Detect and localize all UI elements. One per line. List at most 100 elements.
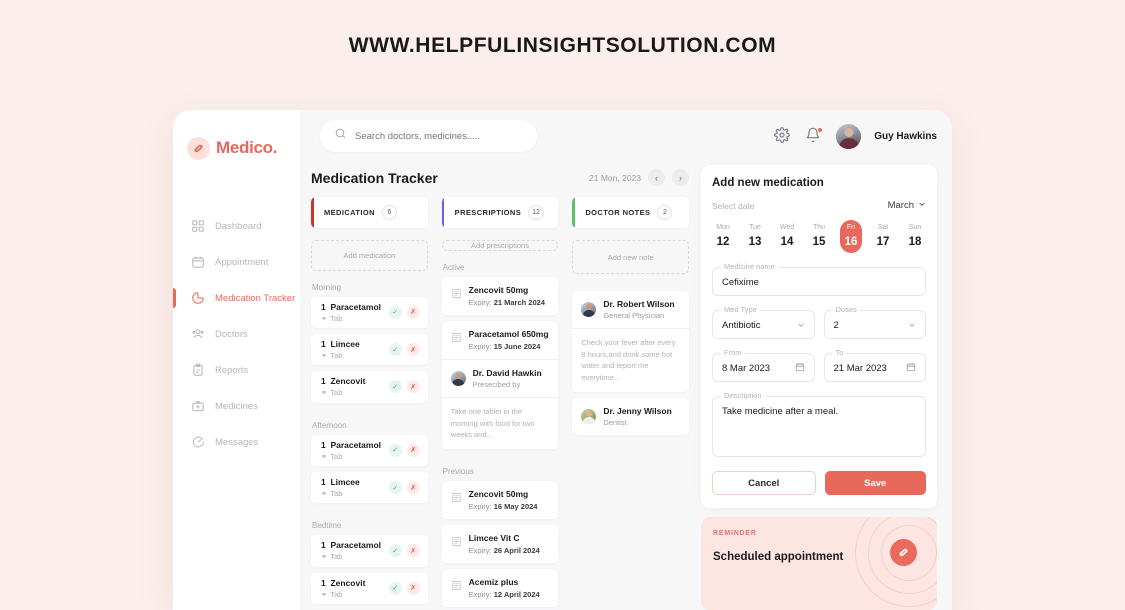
close-icon[interactable]: ✗: [406, 380, 420, 394]
pill-small-icon: ⚭: [321, 351, 328, 361]
table-row[interactable]: 1 Limcee ⚭ Tab ✓ ✗: [311, 471, 428, 504]
field-label: To: [832, 348, 847, 357]
reminder-card[interactable]: REMINDER Scheduled appointment: [701, 517, 937, 610]
search-input[interactable]: [355, 130, 523, 142]
prescription-name: Limcee Vit C: [468, 532, 520, 543]
med-type-select[interactable]: Med Type Antibiotic: [712, 305, 815, 339]
close-icon[interactable]: ✗: [406, 544, 420, 558]
form-actions: Cancel Save: [712, 471, 926, 495]
field-label: Medicine name: [721, 262, 778, 271]
sidebar-item-medication-tracker[interactable]: Medication Tracker: [173, 280, 300, 316]
chevron-right-icon[interactable]: ›: [672, 169, 689, 186]
day-sat[interactable]: Sat 17: [872, 220, 894, 253]
from-date-field[interactable]: From 8 Mar 2023: [712, 348, 815, 382]
table-row[interactable]: 1 Zencovit ⚭ Tab ✓ ✗: [311, 371, 428, 403]
sidebar-item-dashboard[interactable]: Dashboard: [173, 208, 300, 244]
med-form: Tab: [330, 489, 343, 499]
table-row[interactable]: 1 Paracetamol ⚭ Tab ✓ ✗: [311, 434, 428, 466]
check-icon[interactable]: ✓: [388, 305, 402, 319]
close-icon[interactable]: ✗: [406, 343, 420, 357]
close-icon[interactable]: ✗: [406, 443, 420, 457]
list-item[interactable]: Acemiz plus Expiry: 12 April 2024: [441, 568, 559, 607]
week-day-picker: Mon 12 Tue 13 Wed 14 Thu 15 Fri 16 Sat 1…: [712, 220, 926, 253]
day-name: Fri: [846, 224, 856, 231]
sidebar-item-medicines[interactable]: Medicines: [173, 388, 300, 424]
month-dropdown[interactable]: March: [888, 200, 926, 211]
date-range-row: From 8 Mar 2023 To 21 Mar 2023: [712, 339, 926, 382]
add-prescriptions-button[interactable]: Add prescriptions: [441, 240, 559, 251]
check-icon[interactable]: ✓: [388, 380, 402, 394]
doctor-role: General Physician: [603, 311, 665, 320]
avatar[interactable]: [836, 123, 862, 149]
gear-icon[interactable]: [774, 127, 792, 145]
add-medication-card: Add new medication Select date March Mon…: [701, 165, 937, 508]
med-form: Tab: [330, 351, 343, 361]
expiry-label: Expiry:: [468, 501, 492, 511]
expiry-value: 15 June 2024: [493, 342, 541, 351]
list-item[interactable]: Zencovit 50mg Expiry: 21 March 2024: [441, 277, 559, 315]
expiry-label: Expiry:: [468, 589, 492, 599]
day-fri-selected[interactable]: Fri 16: [840, 220, 862, 253]
pill-small-icon: ⚭: [321, 451, 328, 461]
table-row[interactable]: 1 Limcee ⚭ Tab ✓ ✗: [311, 333, 428, 366]
sidebar-item-appointment[interactable]: Appointment: [173, 244, 300, 280]
doses-select[interactable]: Doses 2: [823, 305, 926, 339]
calendar-icon[interactable]: [795, 359, 805, 377]
list-item[interactable]: Dr. Jenny Wilson Dentist: [572, 397, 690, 435]
check-icon[interactable]: ✓: [388, 343, 402, 357]
sidebar-item-messages[interactable]: Messages: [173, 424, 300, 460]
close-icon[interactable]: ✗: [406, 305, 420, 319]
list-item[interactable]: Paracetamol 650mg Expiry: 15 June 2024 D…: [441, 321, 559, 449]
close-icon[interactable]: ✗: [406, 581, 420, 595]
table-row[interactable]: 1 Zencovit ⚭ Tab ✓ ✗: [311, 572, 428, 604]
check-icon[interactable]: ✓: [388, 481, 402, 495]
sidebar-item-label: Medication Tracker: [215, 292, 296, 304]
divider: [441, 397, 559, 398]
username-label: Guy Hawkins: [874, 130, 937, 142]
list-item[interactable]: Limcee Vit C Expiry: 26 April 2024: [441, 524, 559, 563]
to-date-field[interactable]: To 21 Mar 2023: [823, 348, 926, 382]
close-icon[interactable]: ✗: [406, 481, 420, 495]
field-value: 8 Mar 2023: [722, 363, 771, 374]
tab-prescriptions[interactable]: PRESCRIPTIONS 12: [441, 197, 559, 228]
users-icon: [191, 327, 205, 341]
list-item[interactable]: Zencovit 50mg Expiry: 16 May 2024: [441, 480, 559, 519]
day-mon[interactable]: Mon 12: [712, 220, 734, 253]
save-button[interactable]: Save: [824, 471, 926, 495]
description-field[interactable]: Description Take medicine after a meal.: [712, 391, 926, 457]
day-tue[interactable]: Tue 13: [744, 220, 766, 253]
expiry-value: 26 April 2024: [493, 545, 540, 555]
day-wed[interactable]: Wed 14: [776, 220, 798, 253]
check-icon[interactable]: ✓: [388, 544, 402, 558]
avatar: [581, 302, 597, 317]
sidebar-item-reports[interactable]: Reports: [173, 352, 300, 388]
list-item[interactable]: Dr. Robert Wilson General Physician Chec…: [572, 291, 690, 392]
sidebar-item-doctors[interactable]: Doctors: [173, 316, 300, 352]
table-row[interactable]: 1 Paracetamol ⚭ Tab ✓ ✗: [311, 296, 428, 328]
check-icon[interactable]: ✓: [388, 581, 402, 595]
sidebar-item-label: Doctors: [215, 328, 248, 340]
tab-label: MEDICATION: [324, 208, 375, 217]
expiry-label: Expiry:: [468, 298, 492, 307]
tab-doctor-notes[interactable]: DOCTOR NOTES 2: [572, 197, 690, 228]
cancel-button[interactable]: Cancel: [712, 471, 816, 495]
calendar-icon[interactable]: [906, 359, 916, 377]
search-bar[interactable]: [320, 120, 537, 152]
add-note-button[interactable]: Add new note: [572, 240, 690, 274]
add-medication-button[interactable]: Add medication: [311, 240, 428, 271]
med-form: Tab: [330, 552, 343, 562]
group-title-morning: Morning: [312, 282, 341, 292]
table-row[interactable]: 1 Paracetamol ⚭ Tab ✓ ✗: [311, 535, 428, 567]
expiry-label: Expiry:: [468, 342, 492, 351]
chevron-left-icon[interactable]: ‹: [648, 169, 665, 186]
check-icon[interactable]: ✓: [388, 443, 402, 457]
medicine-name-field[interactable]: Medicine name Cefixime: [712, 262, 926, 296]
brand-logo[interactable]: Medico.: [173, 128, 300, 168]
row-actions: ✓ ✗: [388, 343, 420, 357]
sidebar: Medico. Dashboard Appointment Medication…: [173, 110, 300, 610]
day-thu[interactable]: Thu 15: [808, 220, 830, 253]
day-sun[interactable]: Sun 18: [904, 220, 926, 253]
med-qty: 1: [321, 376, 326, 387]
bell-icon[interactable]: [805, 127, 823, 145]
tab-medication[interactable]: MEDICATION 6: [311, 197, 428, 228]
